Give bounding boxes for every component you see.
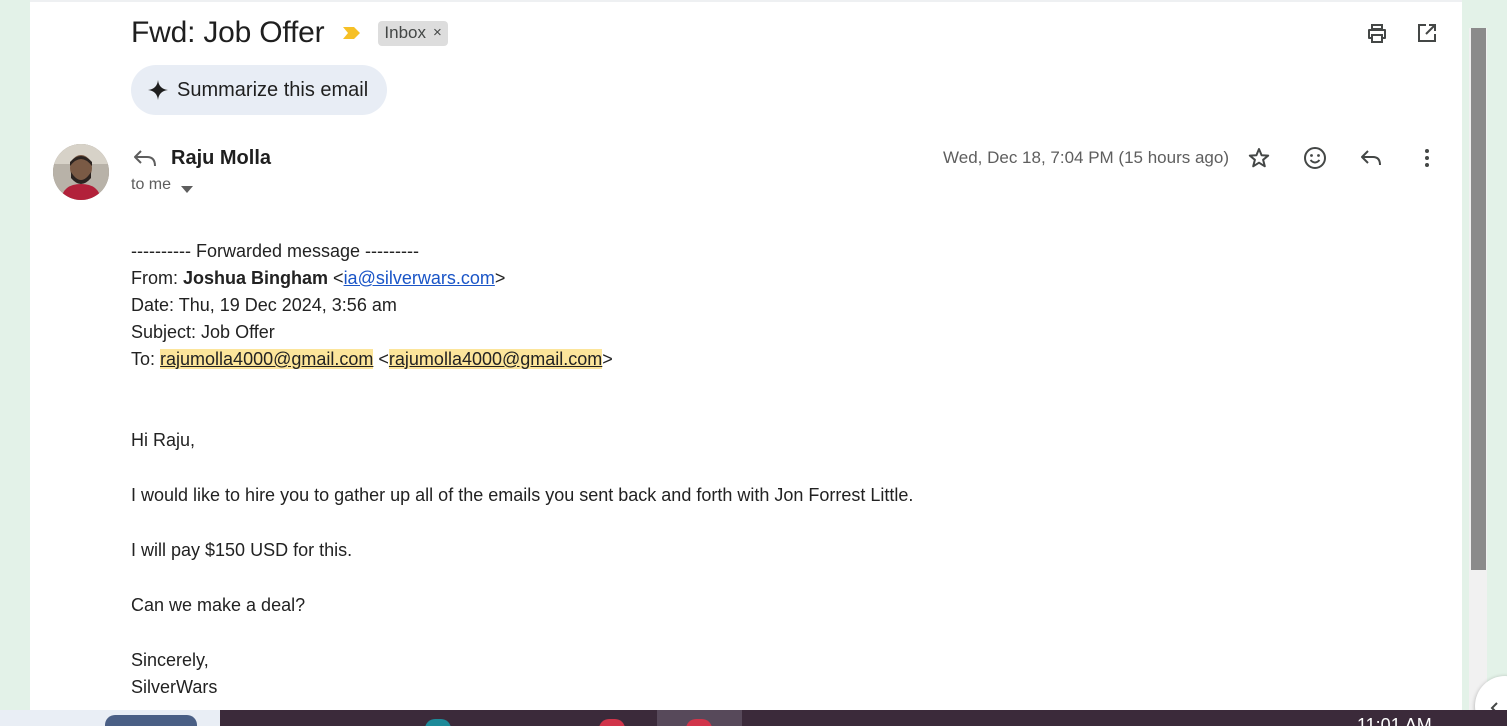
paragraph-2: I will pay $150 USD for this. <box>131 540 353 560</box>
subject-row: Fwd: Job Offer Inbox × <box>131 16 448 50</box>
print-icon[interactable] <box>1364 20 1390 46</box>
greeting: Hi Raju, <box>131 430 196 450</box>
taskbar-clock[interactable]: 11:01 AM <box>1357 715 1432 726</box>
closing: Sincerely, <box>131 650 209 670</box>
scrollbar-thumb[interactable] <box>1471 28 1486 570</box>
message-view: Fwd: Job Offer Inbox × Summarize this em… <box>30 0 1462 714</box>
forwarded-subject: Subject: Job Offer <box>131 322 275 342</box>
open-in-new-window-icon[interactable] <box>1414 20 1440 46</box>
star-icon[interactable] <box>1246 145 1272 171</box>
gmail-window: Fwd: Job Offer Inbox × Summarize this em… <box>0 0 1507 726</box>
taskbar <box>0 710 1507 726</box>
sparkle-icon <box>147 79 169 101</box>
from-label: From: <box>131 268 178 288</box>
signature: SilverWars <box>131 677 218 697</box>
summarize-label: Summarize this email <box>177 78 369 101</box>
from-email-link[interactable]: ia@silverwars.com <box>344 268 495 288</box>
forwarded-date: Date: Thu, 19 Dec 2024, 3:56 am <box>131 295 397 315</box>
forwarded-to: To: rajumolla4000@gmail.com <rajumolla40… <box>131 349 613 369</box>
forwarded-header: ---------- Forwarded message --------- <box>131 241 419 261</box>
to-email-link[interactable]: rajumolla4000@gmail.com <box>388 349 603 369</box>
from-name: Joshua Bingham <box>183 268 329 288</box>
more-options-icon[interactable] <box>1414 145 1440 171</box>
label-chip-inbox: Inbox × <box>378 20 448 46</box>
remove-label-button[interactable]: × <box>433 24 442 41</box>
importance-marker-icon[interactable] <box>342 25 362 41</box>
sender-avatar[interactable] <box>53 144 109 200</box>
summarize-email-button[interactable]: Summarize this email <box>131 65 388 115</box>
recipient-label: to me <box>131 176 172 193</box>
replied-arrow-icon <box>131 145 159 171</box>
reply-icon[interactable] <box>1358 145 1384 171</box>
emoji-reaction-icon[interactable] <box>1302 145 1328 171</box>
paragraph-1: I would like to hire you to gather up al… <box>131 485 914 505</box>
to-label: To: <box>131 349 156 369</box>
label-chip-text: Inbox <box>384 22 426 42</box>
recipient-details-toggle[interactable]: to me <box>131 176 194 194</box>
message-timestamp: Wed, Dec 18, 7:04 PM (15 hours ago) <box>943 148 1230 167</box>
chevron-down-icon <box>181 181 194 193</box>
message-body: ---------- Forwarded message --------- F… <box>131 238 913 701</box>
taskbar-search-box[interactable] <box>105 715 197 726</box>
email-subject: Fwd: Job Offer <box>131 16 325 49</box>
paragraph-3: Can we make a deal? <box>131 595 306 615</box>
forwarded-from: From: Joshua Bingham <ia@silverwars.com> <box>131 268 506 288</box>
sender-name[interactable]: Raju Molla <box>171 147 271 170</box>
to-name-link[interactable]: rajumolla4000@gmail.com <box>160 349 374 369</box>
